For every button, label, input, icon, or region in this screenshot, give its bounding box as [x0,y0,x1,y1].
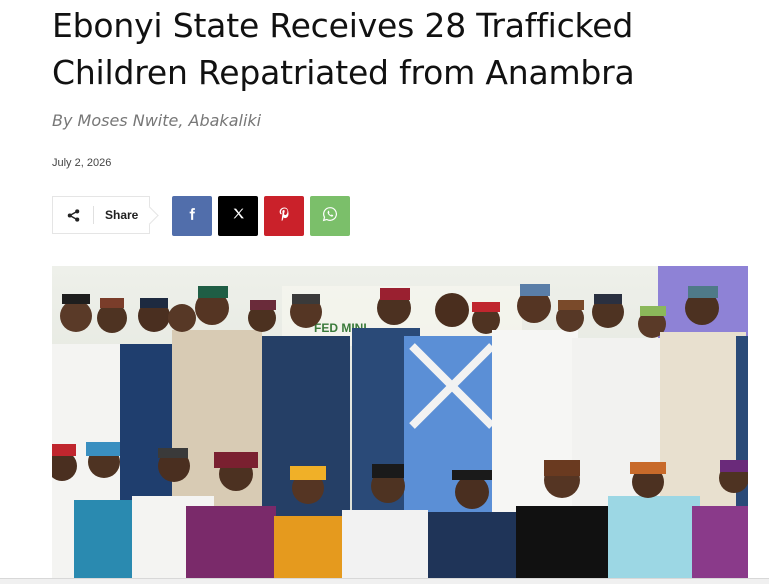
article-title-line-2: Children Repatriated from Anambra [52,53,635,92]
publish-date: July 2, 2026 [52,157,112,169]
facebook-icon [185,207,199,226]
x-icon [232,207,245,225]
share-label: Share [105,208,139,222]
article-byline: By Moses Nwite, Abakaliki [52,111,262,130]
share-icon [53,196,93,234]
whatsapp-icon [322,206,338,227]
pinterest-icon [278,207,291,226]
whatsapp-share-button[interactable] [310,196,350,236]
x-share-button[interactable] [218,196,258,236]
article-title-line-1: Ebonyi State Receives 28 Trafficked [52,6,634,45]
pinterest-share-button[interactable] [264,196,304,236]
article-title: Ebonyi State Receives 28 Trafficked Chil… [52,2,752,96]
article-photo: FED MINI [52,266,748,578]
share-button[interactable]: Share [52,196,150,234]
facebook-share-button[interactable] [172,196,212,236]
share-divider [93,206,94,224]
page-bottom-rule [0,578,769,584]
